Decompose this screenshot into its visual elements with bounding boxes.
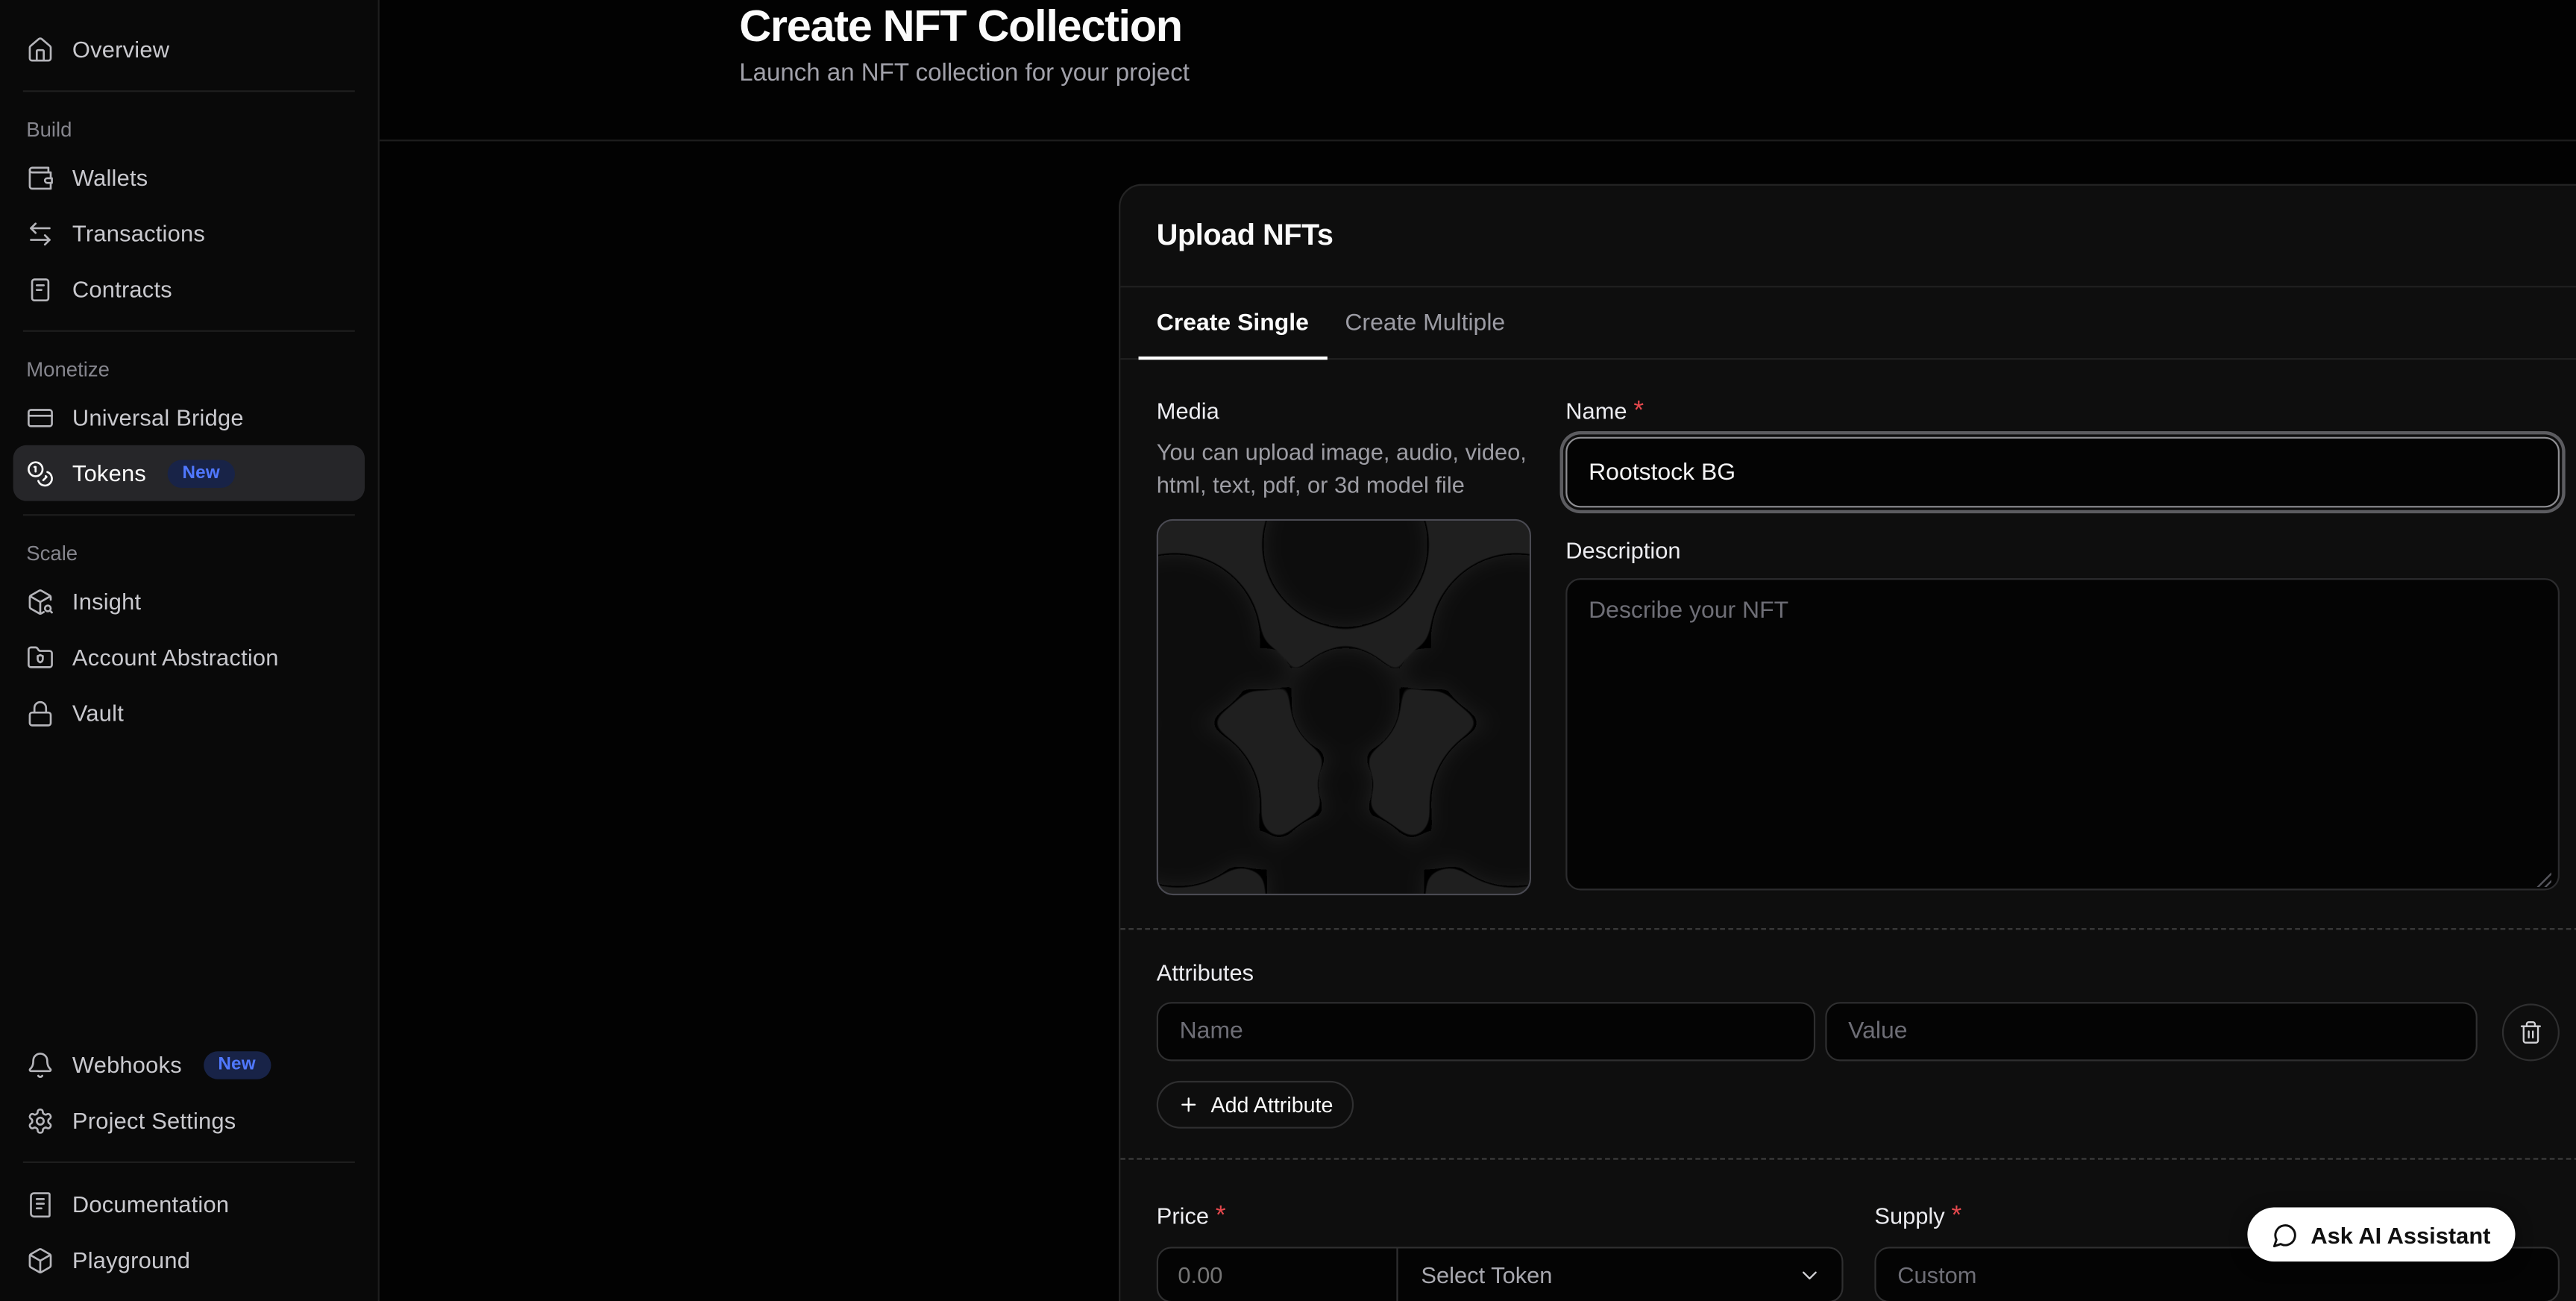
folder-shield-icon — [26, 643, 54, 671]
credit-card-icon — [26, 404, 54, 431]
token-select-value: Select Token — [1421, 1261, 1552, 1288]
gear-icon — [26, 1106, 54, 1134]
sidebar-item-insight[interactable]: Insight — [13, 573, 365, 629]
chat-bubble-icon — [2271, 1221, 2297, 1247]
sidebar-item-label: Overview — [72, 36, 169, 62]
fields-column: Name* Description — [1565, 398, 2560, 899]
sidebar-item-account-abstraction[interactable]: Account Abstraction — [13, 629, 365, 685]
ask-ai-assistant-label: Ask AI Assistant — [2310, 1221, 2490, 1247]
card-header: Upload NFTs — [1120, 186, 2576, 288]
sidebar-item-wallets[interactable]: Wallets — [13, 149, 365, 205]
sidebar-item-label: Universal Bridge — [72, 404, 244, 430]
sidebar-item-label: Account Abstraction — [72, 644, 279, 670]
trash-icon — [2519, 1019, 2543, 1044]
add-attribute-button[interactable]: Add Attribute — [1157, 1081, 1354, 1129]
sidebar-item-webhooks[interactable]: Webhooks New — [13, 1036, 365, 1092]
attribute-value-input[interactable] — [1825, 1002, 2478, 1061]
sidebar-item-label: Transactions — [72, 220, 205, 246]
sidebar-section-build: Build — [13, 105, 365, 149]
file-text-icon — [26, 275, 54, 303]
description-wrapper — [1565, 578, 2560, 898]
sidebar-item-label: Contracts — [72, 276, 172, 302]
page-header: Create NFT Collection Launch an NFT coll… — [380, 0, 2576, 141]
required-asterisk: * — [1216, 1203, 1226, 1230]
divider — [23, 514, 355, 515]
price-column: Price * Select Token — [1157, 1203, 1844, 1301]
sidebar-section-scale: Scale — [13, 529, 365, 573]
divider — [23, 330, 355, 332]
sidebar: Overview Build Wallets Transactions Cont… — [0, 0, 380, 1301]
price-label: Price — [1157, 1203, 1209, 1229]
lock-icon — [26, 699, 54, 727]
media-help-text: You can upload image, audio, video, html… — [1157, 437, 1531, 503]
sidebar-item-label: Project Settings — [72, 1107, 236, 1133]
media-upload-preview[interactable] — [1157, 518, 1531, 894]
required-asterisk: * — [1952, 1203, 1962, 1230]
nft-preview-image — [1158, 520, 1531, 894]
sidebar-item-contracts[interactable]: Contracts — [13, 261, 365, 317]
sidebar-item-label: Vault — [72, 700, 124, 726]
sidebar-bottom-group: Webhooks New Project Settings Documentat… — [13, 1036, 365, 1288]
sidebar-item-label: Documentation — [72, 1191, 229, 1217]
house-icon — [26, 35, 54, 63]
media-label: Media — [1157, 398, 1531, 424]
bell-icon — [26, 1050, 54, 1078]
attributes-label: Attributes — [1157, 959, 2560, 985]
wallet-icon — [26, 163, 54, 191]
divider — [23, 1162, 355, 1163]
sidebar-item-label: Tokens — [72, 460, 146, 486]
main-content: Create NFT Collection Launch an NFT coll… — [380, 0, 2576, 1301]
sidebar-item-tokens[interactable]: Tokens New — [13, 445, 365, 501]
tab-create-multiple[interactable]: Create Multiple — [1327, 287, 1523, 360]
supply-label: Supply — [1874, 1203, 1944, 1229]
price-input-group: Select Token — [1157, 1247, 1844, 1301]
sidebar-section-monetize: Monetize — [13, 345, 365, 389]
new-badge: New — [168, 459, 235, 486]
sidebar-item-playground[interactable]: Playground — [13, 1232, 365, 1288]
box-icon — [26, 1246, 54, 1273]
add-attribute-label: Add Attribute — [1210, 1092, 1333, 1117]
sidebar-item-project-settings[interactable]: Project Settings — [13, 1092, 365, 1148]
divider — [23, 90, 355, 92]
sidebar-item-documentation[interactable]: Documentation — [13, 1176, 365, 1232]
description-label: Description — [1565, 537, 1680, 563]
sidebar-item-label: Webhooks — [72, 1051, 182, 1077]
card-title: Upload NFTs — [1157, 219, 2560, 253]
chevron-down-icon — [1797, 1262, 1822, 1287]
package-search-icon — [26, 587, 54, 615]
page-subtitle: Launch an NFT collection for your projec… — [739, 59, 2576, 87]
nft-description-textarea[interactable] — [1565, 578, 2560, 890]
app-window: Overview Build Wallets Transactions Cont… — [0, 0, 2576, 1301]
nft-name-input[interactable] — [1565, 437, 2560, 508]
sidebar-item-label: Insight — [72, 588, 141, 614]
new-badge: New — [203, 1050, 270, 1078]
upload-nfts-card: Upload NFTs Create Single Create Multipl… — [1119, 184, 2576, 1301]
plus-icon — [1178, 1094, 1199, 1116]
ask-ai-assistant-button[interactable]: Ask AI Assistant — [2246, 1207, 2515, 1261]
arrows-left-right-icon — [26, 219, 54, 247]
delete-attribute-button[interactable] — [2502, 1003, 2560, 1060]
media-and-fields-row: Media You can upload image, audio, video… — [1157, 398, 2560, 899]
sidebar-item-universal-bridge[interactable]: Universal Bridge — [13, 389, 365, 445]
tab-bar: Create Single Create Multiple — [1120, 287, 2576, 360]
tab-create-single[interactable]: Create Single — [1139, 287, 1328, 360]
attribute-name-input[interactable] — [1157, 1002, 1815, 1061]
sidebar-item-label: Wallets — [72, 164, 148, 190]
coins-icon — [26, 459, 54, 486]
attribute-row — [1157, 1002, 2560, 1061]
required-asterisk: * — [1633, 398, 1644, 425]
book-icon — [26, 1190, 54, 1217]
token-select-dropdown[interactable]: Select Token — [1398, 1249, 1842, 1301]
media-column: Media You can upload image, audio, video… — [1157, 398, 1531, 899]
sidebar-item-transactions[interactable]: Transactions — [13, 205, 365, 261]
name-label: Name — [1565, 398, 1627, 424]
sidebar-item-overview[interactable]: Overview — [13, 22, 365, 78]
page-title: Create NFT Collection — [739, 1, 2576, 52]
sidebar-item-vault[interactable]: Vault — [13, 685, 365, 741]
card-body: Media You can upload image, audio, video… — [1120, 360, 2576, 1301]
sidebar-item-label: Playground — [72, 1247, 190, 1273]
price-amount-input[interactable] — [1158, 1249, 1396, 1301]
